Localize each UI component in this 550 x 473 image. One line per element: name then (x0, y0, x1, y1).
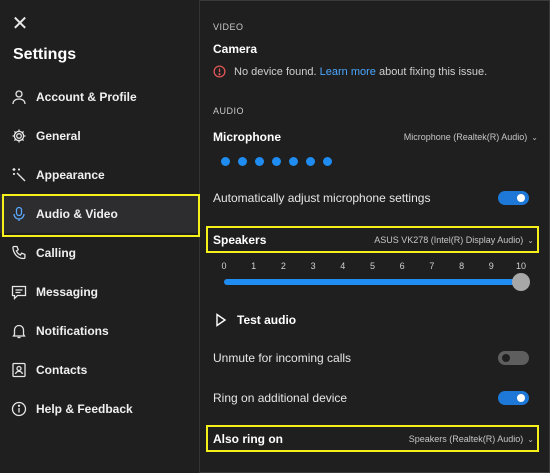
person-icon (10, 88, 28, 106)
sidebar-item-calling[interactable]: Calling (0, 233, 200, 272)
toggle-knob (517, 194, 525, 202)
volume-ticks: 0 1 2 3 4 5 6 7 8 9 10 (214, 261, 528, 273)
microphone-device-select[interactable]: Microphone (Realtek(R) Audio) ⌄ (404, 132, 538, 142)
also-ring-device-value: Speakers (Realtek(R) Audio) (408, 434, 524, 444)
microphone-label: Microphone (213, 130, 281, 144)
speakers-device-select[interactable]: ASUS VK278 (Intel(R) Display Audio) ⌄ (374, 235, 534, 245)
sidebar-item-label: Messaging (36, 284, 99, 299)
test-audio-label: Test audio (237, 313, 297, 327)
microphone-device-value: Microphone (Realtek(R) Audio) (403, 132, 528, 142)
auto-adjust-label: Automatically adjust microphone settings (213, 191, 431, 205)
chevron-down-icon: ⌄ (531, 132, 538, 142)
mic-level-dot (272, 157, 281, 166)
sidebar-item-account-profile[interactable]: Account & Profile (0, 77, 200, 116)
chat-icon (10, 283, 28, 301)
toggle-knob (502, 354, 510, 362)
sidebar: ✕ Settings Account & Profile General App… (0, 0, 200, 473)
sidebar-item-help-feedback[interactable]: Help & Feedback (0, 389, 200, 428)
error-circle-icon (213, 65, 226, 78)
play-icon (216, 313, 227, 327)
volume-tick-label: 6 (399, 261, 405, 271)
volume-tick-label: 2 (280, 261, 286, 271)
sidebar-item-label: Appearance (36, 167, 105, 182)
camera-label: Camera (213, 42, 258, 56)
sidebar-item-audio-video[interactable]: Audio & Video (0, 194, 200, 237)
close-button[interactable]: ✕ (10, 14, 30, 34)
volume-tick-label: 4 (340, 261, 346, 271)
mic-level-dot (221, 157, 230, 166)
volume-slider-thumb[interactable] (512, 273, 530, 291)
audio-video-panel: VIDEO Camera No device found. Learn more… (201, 0, 550, 473)
camera-error-row: No device found. Learn more about fixing… (213, 65, 487, 78)
error-text: No device found. (234, 65, 317, 78)
mic-level-dot (289, 157, 298, 166)
audio-section-header: AUDIO (213, 106, 245, 116)
sidebar-item-label: Calling (36, 245, 77, 260)
speakers-label: Speakers (213, 233, 267, 247)
sidebar-item-appearance[interactable]: Appearance (0, 155, 200, 194)
unmute-toggle[interactable] (498, 351, 529, 365)
sidebar-item-label: General (36, 128, 81, 143)
mic-level-dot (238, 157, 247, 166)
sidebar-item-label: Account & Profile (36, 89, 137, 104)
magic-wand-icon (10, 166, 28, 184)
close-icon: ✕ (11, 13, 29, 35)
phone-icon (10, 244, 28, 262)
chevron-down-icon: ⌄ (527, 434, 534, 444)
also-ring-device-select[interactable]: Speakers (Realtek(R) Audio) ⌄ (409, 434, 534, 444)
auto-adjust-toggle[interactable] (498, 191, 529, 205)
sidebar-nav: Account & Profile General Appearance Aud… (0, 77, 200, 428)
volume-tick-label: 5 (369, 261, 376, 271)
sidebar-item-messaging[interactable]: Messaging (0, 272, 200, 311)
also-ring-label: Also ring on (213, 432, 283, 446)
learn-more-link[interactable]: Learn more (320, 66, 376, 78)
mic-level-dot (306, 157, 315, 166)
sidebar-item-label: Contacts (36, 362, 88, 377)
ring-additional-toggle[interactable] (498, 391, 529, 405)
sidebar-item-label: Help & Feedback (36, 401, 133, 416)
chevron-down-icon: ⌄ (527, 235, 534, 245)
volume-tick-label: 3 (310, 261, 316, 271)
sidebar-item-general[interactable]: General (0, 116, 200, 155)
unmute-label: Unmute for incoming calls (213, 351, 352, 365)
speakers-device-value: ASUS VK278 (Intel(R) Display Audio) (374, 235, 524, 245)
ring-additional-label: Ring on additional device (213, 391, 348, 405)
contacts-icon (10, 361, 28, 379)
sidebar-item-label: Audio & Video (36, 206, 118, 221)
page-title: Settings (13, 46, 77, 63)
info-icon (10, 400, 28, 418)
volume-tick-label: 0 (221, 261, 227, 271)
test-audio-button[interactable]: Test audio (215, 313, 296, 327)
error-suffix: about fixing this issue. (378, 65, 488, 78)
mic-level-indicator (221, 157, 332, 166)
sidebar-item-contacts[interactable]: Contacts (0, 350, 200, 389)
sidebar-item-label: Notifications (36, 323, 109, 338)
microphone-icon (10, 205, 28, 223)
mic-level-dot (255, 157, 264, 166)
sidebar-item-notifications[interactable]: Notifications (0, 311, 200, 350)
gear-icon (10, 127, 28, 145)
toggle-knob (517, 394, 525, 402)
volume-tick-label: 10 (515, 261, 527, 271)
volume-tick-label: 7 (429, 261, 435, 271)
video-section-header: VIDEO (213, 22, 244, 32)
bell-icon (10, 322, 28, 340)
volume-tick-label: 8 (459, 261, 465, 271)
mic-level-dot (323, 157, 332, 166)
volume-tick-label: 1 (251, 261, 257, 271)
volume-slider-track[interactable] (224, 279, 521, 285)
volume-tick-label: 9 (488, 261, 494, 271)
